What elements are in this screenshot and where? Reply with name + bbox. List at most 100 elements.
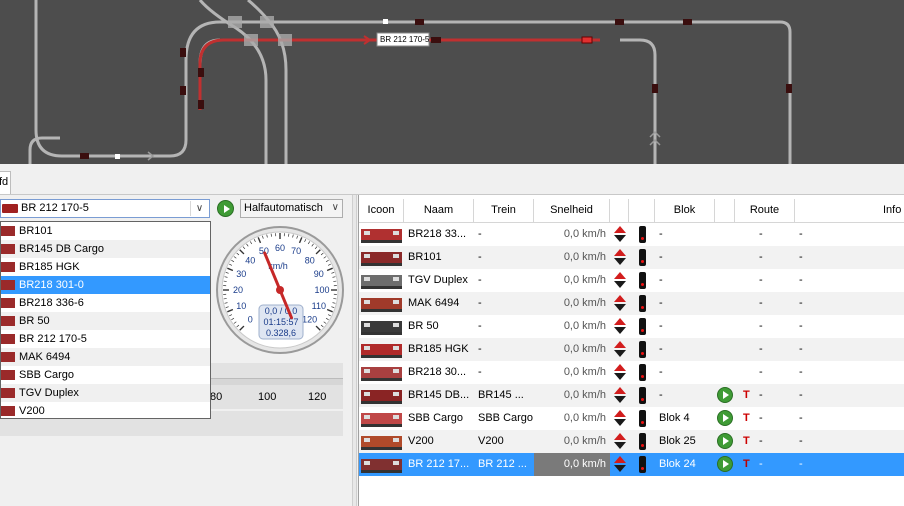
col-header-route[interactable]: Route bbox=[735, 199, 795, 222]
col-header-info[interactable]: Info bbox=[795, 199, 904, 222]
cell-snelheid: 0,0 km/h bbox=[563, 435, 606, 447]
dropdown-item[interactable]: BR218 336-6 bbox=[1, 294, 210, 312]
cell-blok: Blok 24 bbox=[659, 458, 696, 470]
table-row[interactable]: SBB Cargo SBB Cargo 0,0 km/h Blok 4T-- bbox=[359, 407, 904, 430]
dropdown-item[interactable]: TGV Duplex bbox=[1, 384, 210, 402]
route-play-button[interactable] bbox=[717, 433, 733, 449]
cell-trein: BR 212 ... bbox=[478, 458, 527, 470]
cell-naam: BR 212 17... bbox=[408, 458, 470, 470]
loco-select[interactable]: BR 212 170-5 ∨ bbox=[0, 199, 210, 218]
loco-thumbnail-icon bbox=[1, 298, 15, 308]
table-row[interactable]: BR218 33... -0,0 km/h - - - bbox=[359, 223, 904, 246]
track-layout-canvas[interactable]: BR 212 170-5 bbox=[0, 0, 904, 164]
table-row[interactable]: BR 212 17... BR 212 ... 0,0 km/h Blok 24 T - - bbox=[359, 453, 904, 476]
cell-info: - bbox=[799, 435, 803, 447]
col-header-direction[interactable] bbox=[610, 199, 629, 222]
dropdown-item[interactable]: BR218 301-0 bbox=[1, 276, 210, 294]
cell-route: - bbox=[759, 366, 763, 378]
gauge-tick-label: 60 bbox=[275, 243, 285, 253]
dropdown-item[interactable]: SBB Cargo bbox=[1, 366, 210, 384]
direction-arrows-icon[interactable] bbox=[614, 433, 627, 450]
signal-icon bbox=[639, 272, 646, 289]
table-row[interactable]: MAK 6494 - 0,0 km/h - - - bbox=[359, 292, 904, 315]
route-play-button[interactable] bbox=[717, 410, 733, 426]
table-row[interactable]: BR185 HGK -0,0 km/h - - - bbox=[359, 338, 904, 361]
dropdown-item[interactable]: MAK 6494 bbox=[1, 348, 210, 366]
direction-arrows-icon[interactable] bbox=[614, 456, 627, 473]
col-header-icoon[interactable]: Icoon bbox=[359, 199, 404, 222]
loco-dropdown-list[interactable]: BR101 BR145 DB Cargo BR185 HGK BR218 301-0 B… bbox=[0, 221, 211, 419]
col-header-trein[interactable]: Trein bbox=[474, 199, 534, 222]
gauge-tick-label: 10 bbox=[236, 301, 246, 311]
direction-arrows-icon[interactable] bbox=[614, 295, 627, 312]
gauge-tick-label: 0 bbox=[248, 315, 253, 325]
route-play-button[interactable] bbox=[717, 456, 733, 472]
loco-image-icon bbox=[361, 321, 402, 335]
cell-info: - bbox=[799, 366, 803, 378]
tab-panel[interactable]: fd bbox=[0, 171, 11, 194]
cell-snelheid: 0,0 km/h bbox=[563, 389, 606, 401]
loco-thumbnail-icon bbox=[1, 406, 15, 416]
cell-route: - bbox=[759, 343, 763, 355]
table-row[interactable]: BR101 - 0,0 km/h - - - bbox=[359, 246, 904, 269]
loco-image-icon bbox=[361, 298, 402, 312]
col-header-naam[interactable]: Naam bbox=[404, 199, 474, 222]
cell-snelheid: 0,0 km/h bbox=[563, 274, 606, 286]
direction-arrows-icon[interactable] bbox=[614, 387, 627, 404]
direction-arrows-icon[interactable] bbox=[614, 410, 627, 427]
route-play-button[interactable] bbox=[717, 387, 733, 403]
col-header-snelheid[interactable]: Snelheid bbox=[534, 199, 610, 222]
loco-thumbnail-icon bbox=[1, 262, 15, 272]
cell-snelheid: 0,0 km/h bbox=[563, 366, 606, 378]
gauge-tick-label: 80 bbox=[305, 255, 315, 265]
gauge-distance-readout: 0.328,6 bbox=[266, 328, 296, 338]
play-button[interactable] bbox=[217, 200, 234, 217]
chevron-down-icon[interactable]: ∨ bbox=[190, 201, 208, 216]
table-row[interactable]: TGV Duplex -0,0 km/h - - - bbox=[359, 269, 904, 292]
cell-route: - bbox=[759, 251, 763, 263]
loco-image-icon bbox=[361, 344, 402, 358]
direction-arrows-icon[interactable] bbox=[614, 272, 627, 289]
loco-thumbnail-icon bbox=[1, 388, 15, 398]
loco-image-icon bbox=[361, 229, 402, 243]
loco-thumbnail-icon bbox=[1, 352, 15, 362]
speed-slider[interactable] bbox=[210, 378, 343, 385]
table-row[interactable]: BR218 30... -0,0 km/h - - - bbox=[359, 361, 904, 384]
cell-snelheid: 0,0 km/h bbox=[563, 343, 606, 355]
direction-arrows-icon[interactable] bbox=[614, 341, 627, 358]
table-row[interactable]: V200 V200 0,0 km/h Blok 25 T - - bbox=[359, 430, 904, 453]
dropdown-item[interactable]: BR 212 170-5 bbox=[1, 330, 210, 348]
cell-blok: - bbox=[659, 389, 663, 401]
dropdown-item-label: MAK 6494 bbox=[19, 351, 71, 363]
signal-icon bbox=[639, 456, 646, 473]
cell-route: - bbox=[759, 435, 763, 447]
loco-select-value: BR 212 170-5 bbox=[21, 202, 89, 214]
mode-select[interactable]: Halfautomatisch ∨ bbox=[240, 199, 343, 218]
dropdown-item[interactable]: BR185 HGK bbox=[1, 258, 210, 276]
table-row[interactable]: BR 50 - 0,0 km/h - - - bbox=[359, 315, 904, 338]
direction-arrows-icon[interactable] bbox=[614, 364, 627, 381]
table-row[interactable]: BR145 DB... BR145 ... 0,0 km/h - T - - bbox=[359, 384, 904, 407]
tab-label: fd bbox=[0, 176, 9, 188]
col-header-blok[interactable]: Blok bbox=[655, 199, 715, 222]
cell-naam: BR145 DB... bbox=[408, 389, 470, 401]
cell-naam: SBB Cargo bbox=[408, 412, 464, 424]
dropdown-item[interactable]: BR145 DB Cargo bbox=[1, 240, 210, 258]
dropdown-item-label: SBB Cargo bbox=[19, 369, 75, 381]
cell-snelheid: 0,0 km/h bbox=[563, 297, 606, 309]
direction-arrows-icon[interactable] bbox=[614, 318, 627, 335]
cell-blok: - bbox=[659, 366, 663, 378]
signal-icon bbox=[639, 410, 646, 427]
direction-arrows-icon[interactable] bbox=[614, 249, 627, 266]
dropdown-item-label: BR 50 bbox=[19, 315, 50, 327]
slider-tick: 100 bbox=[258, 391, 277, 403]
dropdown-item-label: BR101 bbox=[19, 225, 53, 237]
dropdown-item[interactable]: BR101 bbox=[1, 222, 210, 240]
direction-arrows-icon[interactable] bbox=[614, 226, 627, 243]
loco-label[interactable]: BR 212 170-5 bbox=[380, 35, 429, 45]
col-header-play[interactable] bbox=[715, 199, 735, 222]
pane-splitter[interactable] bbox=[352, 195, 357, 506]
dropdown-item[interactable]: BR 50 bbox=[1, 312, 210, 330]
col-header-signal[interactable] bbox=[629, 199, 655, 222]
dropdown-item[interactable]: V200 bbox=[1, 402, 210, 420]
